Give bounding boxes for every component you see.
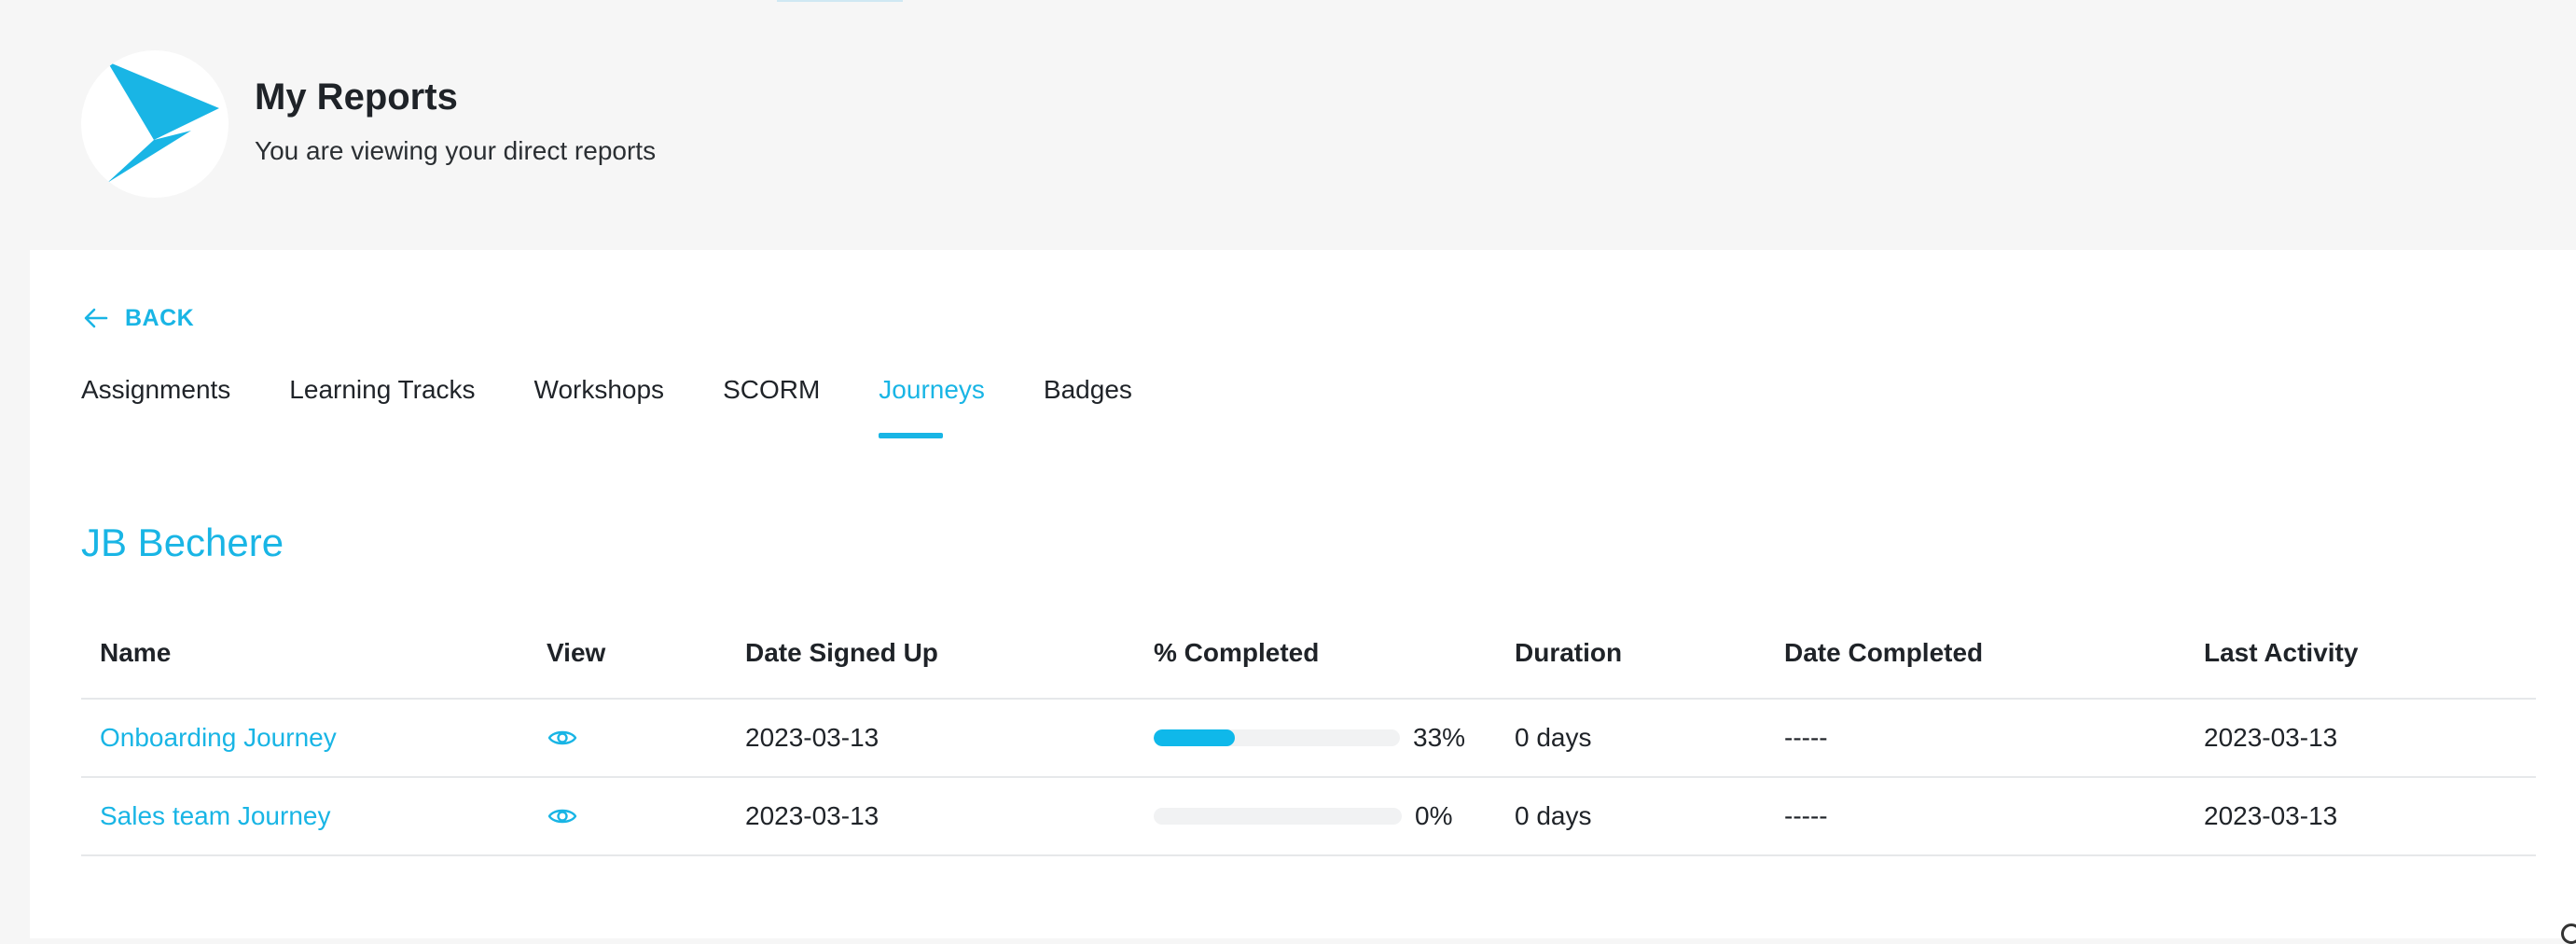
tab-label: Journeys [879, 375, 985, 404]
table-header-row: Name View Date Signed Up % Completed Dur… [81, 614, 2536, 700]
page-subtitle: You are viewing your direct reports [255, 136, 657, 165]
arrow-left-icon [82, 304, 110, 332]
tab-workshops[interactable]: Workshops [534, 373, 724, 438]
date-completed: ----- [1784, 723, 1828, 752]
progress-bar [1154, 729, 1400, 746]
percent-completed: 0% [1415, 801, 1453, 830]
tab-bar: Assignments Learning Tracks Workshops SC… [81, 373, 1191, 438]
column-header-last-activity[interactable]: Last Activity [2204, 614, 2358, 698]
column-header-date-signed-up[interactable]: Date Signed Up [745, 614, 938, 698]
page-title: My Reports [255, 76, 458, 118]
last-activity: 2023-03-13 [2204, 801, 2338, 830]
learner-name: JB Bechere [81, 521, 284, 564]
date-signed-up: 2023-03-13 [745, 801, 879, 830]
progress-cell: 33% [1154, 700, 1465, 776]
duration: 0 days [1515, 723, 1592, 752]
tab-journeys[interactable]: Journeys [879, 373, 1044, 438]
tab-label: Badges [1043, 375, 1132, 404]
last-activity: 2023-03-13 [2204, 723, 2338, 752]
tab-label: Assignments [81, 375, 231, 404]
progress-fill [1154, 729, 1236, 746]
date-signed-up: 2023-03-13 [745, 723, 879, 752]
active-tab-indicator [879, 433, 944, 438]
tab-label: Learning Tracks [289, 375, 476, 404]
tab-scorm[interactable]: SCORM [723, 373, 879, 438]
tab-learning-tracks[interactable]: Learning Tracks [289, 373, 533, 438]
tab-badges[interactable]: Badges [1044, 373, 1191, 438]
paper-plane-logo-icon [81, 50, 229, 198]
table-row: Onboarding Journey 2023-03-13 33% 0 days… [81, 700, 2536, 778]
progress-bar [1154, 808, 1402, 825]
journeys-table: Name View Date Signed Up % Completed Dur… [81, 614, 2536, 856]
journey-name-link[interactable]: Sales team Journey [100, 778, 330, 854]
column-header-percent-completed[interactable]: % Completed [1154, 614, 1319, 698]
tab-label: SCORM [723, 375, 821, 404]
column-header-view: View [547, 638, 606, 667]
column-header-date-completed[interactable]: Date Completed [1784, 614, 1983, 698]
eye-icon[interactable] [547, 700, 578, 776]
help-widget-icon[interactable] [2561, 923, 2576, 944]
back-label: BACK [125, 304, 195, 331]
page-header: My Reports You are viewing your direct r… [0, 0, 2576, 250]
tab-label: Workshops [533, 375, 665, 404]
table-row: Sales team Journey 2023-03-13 0% 0 days … [81, 778, 2536, 856]
journey-name-link[interactable]: Onboarding Journey [100, 700, 337, 776]
column-header-name[interactable]: Name [100, 614, 171, 698]
column-header-duration[interactable]: Duration [1515, 614, 1622, 698]
tab-assignments[interactable]: Assignments [81, 373, 289, 438]
eye-icon[interactable] [547, 778, 578, 854]
date-completed: ----- [1784, 801, 1828, 830]
percent-completed: 33% [1413, 723, 1466, 752]
progress-cell: 0% [1154, 778, 1452, 854]
duration: 0 days [1515, 801, 1592, 830]
back-button[interactable]: BACK [82, 301, 194, 335]
reports-card: BACK Assignments Learning Tracks Worksho… [30, 250, 2576, 944]
